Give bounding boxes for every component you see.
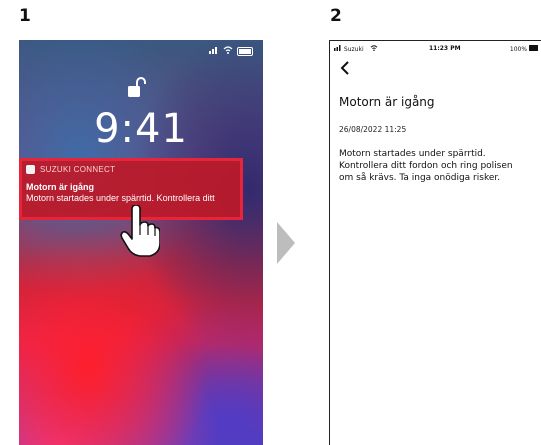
wifi-icon [223, 46, 233, 57]
lock-screen: 9:41 SUZUKI CONNECT Motorn är igång Moto… [19, 40, 263, 445]
battery-label: 100% [510, 45, 539, 53]
step-number-1: 1 [19, 6, 31, 26]
status-bar: Suzuki 11:23 PM 100% [334, 45, 539, 55]
notification-body: Motorn startades under spärrtid. Kontrol… [26, 193, 215, 203]
message-date: 26/08/2022 11:25 [339, 125, 407, 134]
message-body-line: Kontrollera ditt fordon och ring polisen [339, 161, 513, 171]
wifi-icon [370, 45, 378, 53]
pointing-hand-icon [120, 204, 161, 262]
message-body-line: Motorn startades under spärrtid. [339, 149, 486, 159]
unlock-icon [127, 76, 147, 103]
signal-icon [209, 46, 219, 57]
message-body-line: om så krävs. Ta inga onödiga risker. [339, 173, 501, 183]
carrier-name: Suzuki [343, 46, 364, 53]
battery-icon [529, 45, 539, 53]
next-arrow-icon [277, 222, 295, 269]
battery-percent: 100% [509, 46, 528, 53]
back-chevron-icon[interactable] [340, 61, 350, 79]
app-screen: Suzuki 11:23 PM 100% Motorn är igång 26/… [329, 40, 541, 445]
message-title: Motorn är igång [339, 95, 435, 109]
battery-icon [237, 47, 253, 56]
carrier-label: Suzuki [334, 45, 378, 53]
message-body: Motorn startades under spärrtid. Kontrol… [339, 148, 541, 184]
notification-title: Motorn är igång [26, 182, 94, 192]
signal-icon [334, 45, 344, 53]
step-number-2: 2 [330, 6, 342, 26]
notification-app-name: SUZUKI CONNECT [40, 165, 116, 174]
lock-clock: 9:41 [94, 106, 188, 152]
app-icon [26, 165, 35, 174]
status-bar [209, 46, 253, 57]
status-time: 11:23 PM [429, 45, 461, 52]
